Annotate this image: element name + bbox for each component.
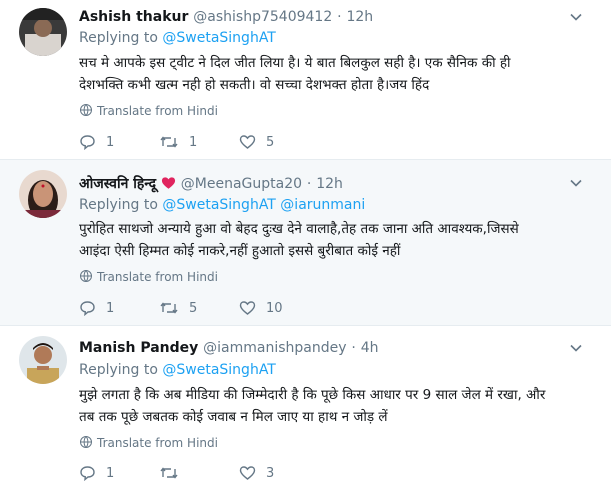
like-count: 5: [266, 134, 275, 150]
handle[interactable]: @ashishp75409412: [193, 9, 332, 25]
like-button[interactable]: 5: [239, 134, 319, 150]
like-count: 3: [266, 465, 275, 481]
globe-icon: [80, 104, 92, 116]
tweet-author: ओजस्वनि हिन्दू @MeenaGupta20 · 12h: [79, 176, 343, 192]
tweet-actions: 1 5 10: [79, 300, 319, 316]
heart-icon: [239, 301, 256, 315]
replying-to: Replying to @SwetaSinghAT: [79, 30, 276, 46]
reply-count: 1: [106, 134, 115, 150]
like-button[interactable]: 10: [239, 300, 319, 316]
avatar[interactable]: [19, 8, 67, 56]
heart-icon: [239, 466, 256, 480]
display-name[interactable]: ओजस्वनि हिन्दू: [79, 176, 156, 192]
replying-to: Replying to @SwetaSinghAT: [79, 362, 276, 378]
translate-link[interactable]: Translate from Hindi: [79, 269, 218, 284]
retweet-icon: [160, 136, 178, 148]
chevron-down-icon[interactable]: [568, 340, 584, 356]
timestamp[interactable]: 4h: [361, 340, 379, 356]
retweet-icon: [160, 467, 178, 479]
mention-link[interactable]: @SwetaSinghAT: [162, 30, 275, 46]
tweet-author: Manish Pandey @iammanishpandey · 4h: [79, 340, 379, 356]
translate-link[interactable]: Translate from Hindi: [79, 435, 218, 450]
timestamp[interactable]: 12h: [316, 176, 343, 192]
globe-icon: [80, 436, 92, 448]
avatar[interactable]: [19, 170, 67, 218]
reply-button[interactable]: 1: [79, 465, 159, 481]
avatar[interactable]: [19, 336, 67, 384]
chevron-down-icon[interactable]: [568, 175, 584, 191]
handle[interactable]: @MeenaGupta20: [181, 176, 302, 192]
reply-icon: [80, 466, 95, 481]
chevron-down-icon[interactable]: [568, 9, 584, 25]
tweet[interactable]: Ashish thakur @ashishp75409412 · 12h Rep…: [0, 0, 611, 160]
timestamp[interactable]: 12h: [346, 9, 373, 25]
retweet-count: 1: [189, 134, 198, 150]
retweet-button[interactable]: 1: [159, 134, 239, 150]
like-button[interactable]: 3: [239, 465, 319, 481]
mention-link[interactable]: @SwetaSinghAT @iarunmani: [162, 197, 365, 213]
handle[interactable]: @iammanishpandey: [203, 340, 346, 356]
tweet[interactable]: ओजस्वनि हिन्दू @MeenaGupta20 · 12h Reply…: [0, 160, 611, 326]
reply-icon: [80, 301, 95, 316]
retweet-icon: [160, 302, 178, 314]
globe-icon: [80, 270, 92, 282]
translate-link[interactable]: Translate from Hindi: [79, 103, 218, 118]
tweet-actions: 1 1 5: [79, 134, 319, 150]
heart-emoji-icon: [161, 177, 175, 189]
tweet-text: पुरोहित साथजो अन्याये हुआ वो बेहद दुःख द…: [79, 221, 519, 259]
retweet-button[interactable]: 5: [159, 300, 239, 316]
replying-to: Replying to @SwetaSinghAT @iarunmani: [79, 197, 366, 213]
reply-count: 1: [106, 300, 115, 316]
retweet-count: 5: [189, 300, 198, 316]
display-name[interactable]: Manish Pandey: [79, 340, 198, 356]
tweet-actions: 1 3: [79, 465, 319, 481]
tweet-author: Ashish thakur @ashishp75409412 · 12h: [79, 9, 374, 25]
reply-count: 1: [106, 465, 115, 481]
reply-button[interactable]: 1: [79, 300, 159, 316]
reply-button[interactable]: 1: [79, 134, 159, 150]
like-count: 10: [266, 300, 283, 316]
reply-icon: [80, 135, 95, 150]
mention-link[interactable]: @SwetaSinghAT: [162, 362, 275, 378]
retweet-button[interactable]: [159, 465, 239, 481]
tweet-text: सच मे आपके इस ट्वीट ने दिल जीत लिया है। …: [79, 55, 511, 93]
heart-icon: [239, 135, 256, 149]
tweet-text: मुझे लगता है कि अब मीडिया की जिम्मेदारी …: [79, 387, 546, 425]
tweet[interactable]: Manish Pandey @iammanishpandey · 4h Repl…: [0, 326, 611, 492]
display-name[interactable]: Ashish thakur: [79, 9, 188, 25]
